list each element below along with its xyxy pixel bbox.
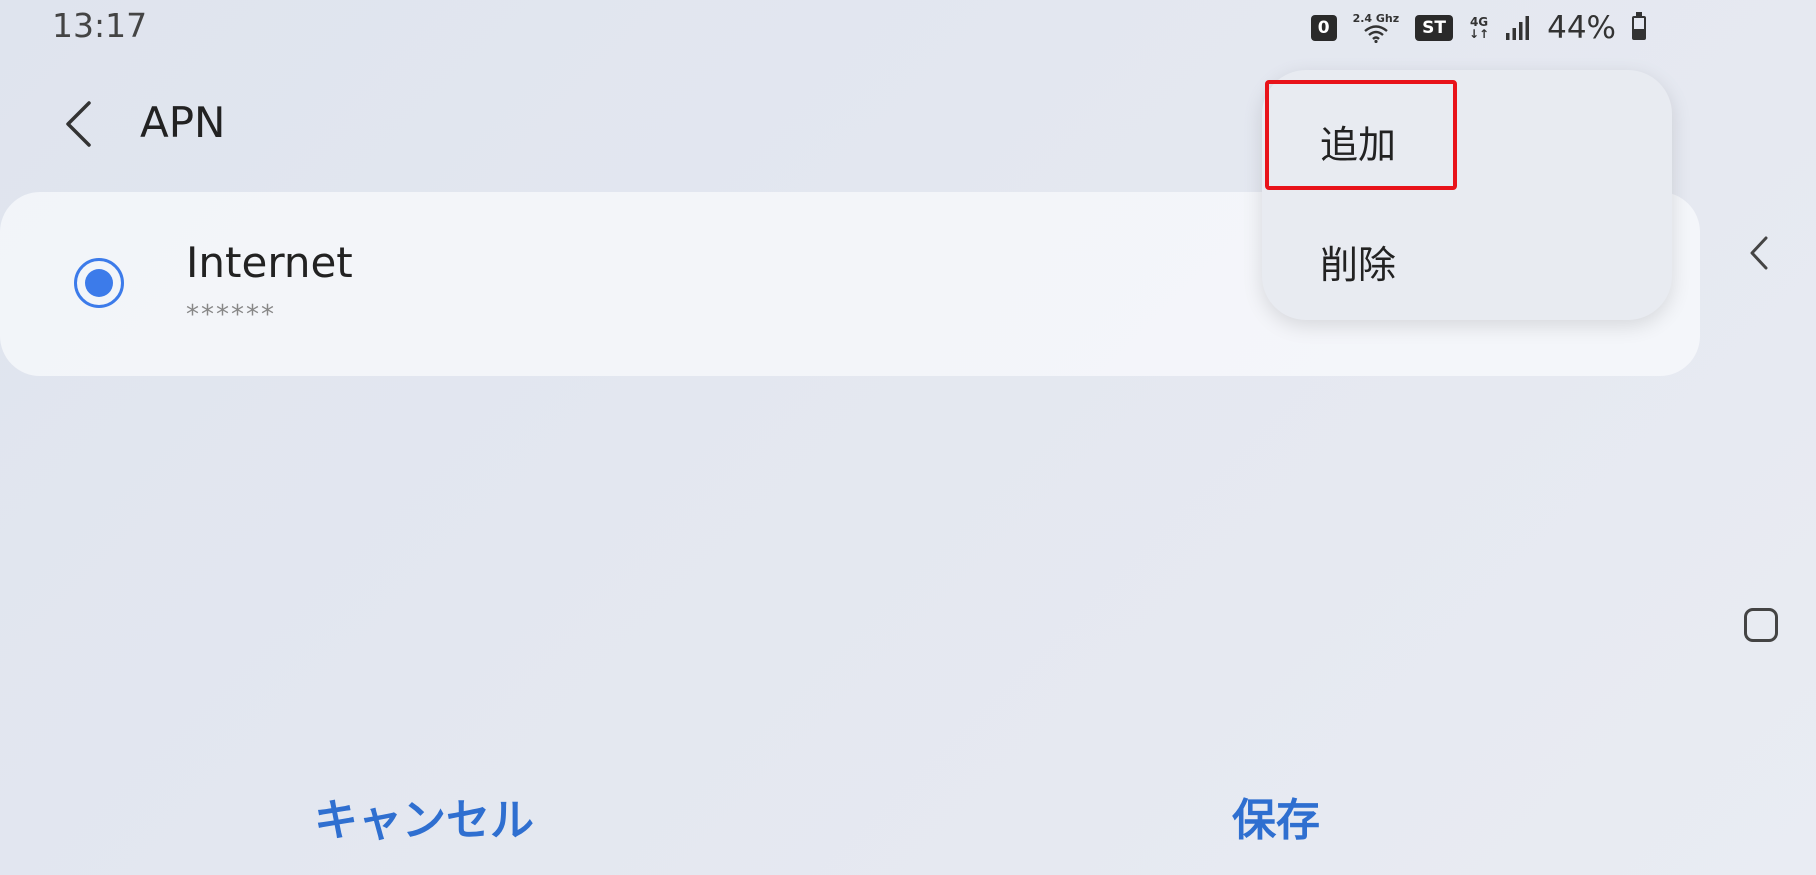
notification-badge-zero: 0	[1310, 15, 1337, 41]
screen: 13:17 0 2.4 Ghz ST 4G ↓↑ 44% APN Interne…	[0, 0, 1816, 875]
status-time: 13:17	[52, 6, 148, 45]
edge-back-button[interactable]	[1744, 228, 1774, 278]
apn-name: Internet	[186, 238, 353, 287]
battery-icon	[1632, 12, 1646, 40]
network-arrows: ↓↑	[1468, 27, 1490, 41]
wifi-icon	[1364, 25, 1388, 43]
back-button[interactable]	[58, 96, 98, 152]
notification-badge-st: ST	[1415, 15, 1453, 41]
cancel-button[interactable]: キャンセル	[314, 784, 534, 848]
network-indicator: 4G ↓↑	[1469, 16, 1489, 40]
signal-bars-icon	[1506, 16, 1530, 40]
apn-radio-button[interactable]	[74, 258, 124, 308]
highlight-annotation-box	[1265, 80, 1457, 190]
home-square-icon[interactable]	[1744, 608, 1778, 642]
wifi-indicator: 2.4 Ghz	[1352, 12, 1400, 43]
menu-item-delete[interactable]: 削除	[1320, 234, 1396, 289]
status-icons: 0 2.4 Ghz ST 4G ↓↑ 44%	[1310, 10, 1646, 46]
battery-fill	[1634, 29, 1644, 38]
wifi-band-label: 2.4 Ghz	[1352, 12, 1400, 25]
chevron-left-icon	[1750, 236, 1768, 270]
chevron-left-icon	[66, 101, 91, 147]
radio-selected-dot	[85, 269, 113, 297]
page-title: APN	[140, 98, 226, 147]
apn-subtitle: ******	[186, 300, 276, 330]
save-button[interactable]: 保存	[1232, 784, 1320, 848]
battery-percent: 44%	[1547, 10, 1616, 46]
